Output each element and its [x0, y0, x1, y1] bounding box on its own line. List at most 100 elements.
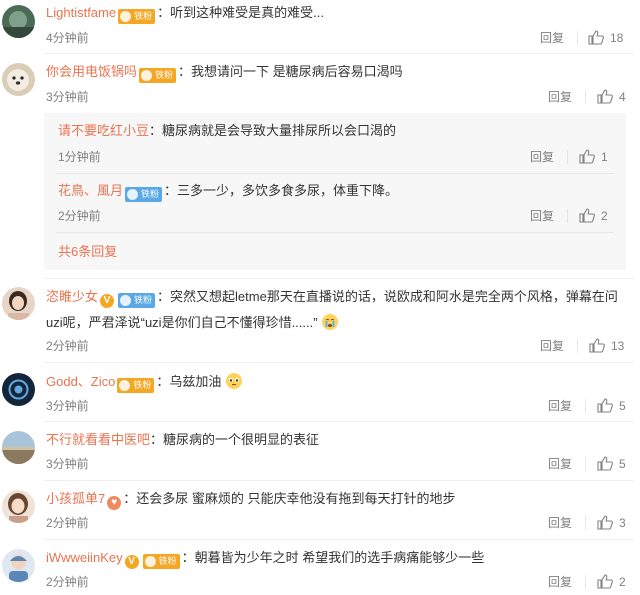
comment-item: iWwweiinKey V 铁粉 ：朝暮皆为少年之时 希望我们的选手病痛能够少一些 2…	[0, 543, 640, 595]
divider	[44, 362, 634, 363]
username-link[interactable]: 恣睢少女	[46, 289, 98, 304]
thumbs-up-icon	[597, 89, 613, 104]
avatar[interactable]	[2, 287, 35, 320]
like-count: 1	[601, 150, 608, 164]
thumbs-up-icon	[579, 208, 595, 223]
like-count: 18	[610, 31, 624, 45]
avatar[interactable]	[2, 549, 35, 582]
thumbs-up-icon	[597, 515, 613, 530]
divider	[44, 278, 634, 279]
username-link[interactable]: Godd、Zico	[46, 374, 115, 389]
comment-text: ：还会多尿 蜜麻烦的 只能庆幸他没有拖到每天打针的地步	[123, 491, 456, 506]
like-count: 5	[619, 399, 626, 413]
reply-button[interactable]: 回复	[548, 574, 572, 590]
username-link[interactable]: 请不要吃红小豆	[58, 123, 149, 138]
separator	[585, 516, 586, 530]
divider	[56, 232, 614, 233]
verified-icon: V	[124, 555, 139, 569]
reply-text: ：糖尿病就是会导致大量排尿所以会口渴的	[149, 123, 397, 138]
like-count: 3	[619, 516, 626, 530]
pleading-emoji-icon	[226, 373, 243, 389]
iron-fan-badge: 铁粉	[117, 378, 155, 393]
separator	[585, 399, 586, 413]
comment-text: ：乌兹加油	[156, 374, 222, 389]
like-button[interactable]: 2	[597, 574, 626, 590]
reply-button[interactable]: 回复	[548, 456, 572, 472]
like-button[interactable]: 2	[579, 208, 608, 224]
like-button[interactable]: 18	[588, 30, 623, 46]
comment-text: ：朝暮皆为少年之时 希望我们的选手病痛能够少一些	[181, 550, 485, 565]
like-count: 13	[611, 339, 625, 353]
fan-badge-icon: ♥	[107, 496, 122, 510]
username-link[interactable]: Lightistfame	[46, 5, 116, 20]
comment-text: ：我想请问一下 是糖尿病后容易口渴吗	[178, 64, 403, 79]
divider	[56, 173, 614, 174]
reply-time: 2分钟前	[58, 209, 101, 223]
like-button[interactable]: 1	[579, 149, 608, 165]
like-count: 2	[601, 209, 608, 223]
reply-button[interactable]: 回复	[530, 149, 554, 165]
comment-text: ：突然又想起letme那天在直播说的话，说欧成和阿水是完全两个风格，弹幕在问	[157, 289, 618, 304]
more-replies-link[interactable]: 共6条回复	[58, 243, 117, 261]
comment-time: 3分钟前	[46, 399, 89, 413]
crying-emoji-icon	[322, 314, 339, 330]
reply-button[interactable]: 回复	[540, 30, 564, 46]
iron-fan-badge: 铁粉	[125, 187, 163, 202]
comment-time: 2分钟前	[46, 339, 89, 353]
avatar[interactable]	[2, 490, 35, 523]
reply-button[interactable]: 回复	[548, 398, 572, 414]
avatar[interactable]	[2, 63, 35, 96]
thumbs-up-icon	[589, 338, 605, 353]
comment-text: ：听到这种难受是真的难受...	[157, 5, 324, 20]
divider	[44, 480, 634, 481]
thumbs-up-icon	[597, 398, 613, 413]
separator	[577, 339, 578, 353]
divider	[44, 539, 634, 540]
reply-text: ：三多一少，多饮多食多尿，体重下降。	[164, 183, 399, 198]
username-link[interactable]: iWwweiinKey	[46, 550, 123, 565]
reply-button[interactable]: 回复	[548, 89, 572, 105]
iron-fan-badge: 铁粉	[118, 9, 156, 24]
reply-time: 1分钟前	[58, 150, 101, 164]
username-link[interactable]: 花鳥、風月	[58, 183, 123, 198]
verified-icon: V	[100, 294, 115, 308]
avatar[interactable]	[2, 431, 35, 464]
thumbs-up-icon	[597, 574, 613, 589]
like-button[interactable]: 5	[597, 456, 626, 472]
comment-time: 2分钟前	[46, 516, 89, 530]
reply-button[interactable]: 回复	[540, 338, 564, 354]
separator	[567, 209, 568, 223]
reply-button[interactable]: 回复	[530, 208, 554, 224]
comment-item: 恣睢少女 V 铁粉 ：突然又想起letme那天在直播说的话，说欧成和阿水是完全两个风格…	[0, 282, 640, 360]
like-button[interactable]: 5	[597, 398, 626, 414]
iron-fan-badge: 铁粉	[142, 554, 180, 569]
reply-button[interactable]: 回复	[548, 515, 572, 531]
comment-item: 不行就看看中医吧：糖尿病的一个很明显的表征 3分钟前 回复 5	[0, 425, 640, 477]
like-button[interactable]: 13	[589, 338, 624, 354]
comment-text: ：糖尿病的一个很明显的表征	[150, 432, 320, 447]
separator	[577, 31, 578, 45]
username-link[interactable]: 不行就看看中医吧	[46, 432, 150, 447]
separator	[585, 457, 586, 471]
like-button[interactable]: 3	[597, 515, 626, 531]
iron-fan-badge: 铁粉	[118, 293, 156, 308]
separator	[585, 575, 586, 589]
divider	[44, 53, 634, 54]
iron-fan-badge: 铁粉	[139, 68, 177, 83]
username-link[interactable]: 小孩孤单7	[46, 491, 105, 506]
like-button[interactable]: 4	[597, 89, 626, 105]
comment-text-continued: uzi呢，严君泽说“uzi是你们自己不懂得珍惜......”	[46, 315, 318, 330]
comment-time: 2分钟前	[46, 575, 89, 589]
username-link[interactable]: 你会用电饭锅吗	[46, 64, 137, 79]
comment-item: Godd、Zico 铁粉 ：乌兹加油 3分钟前 回复 5	[0, 366, 640, 418]
thumbs-up-icon	[588, 30, 604, 45]
thumbs-up-icon	[597, 456, 613, 471]
avatar[interactable]	[2, 373, 35, 406]
comment-item: Lightistfame 铁粉 ：听到这种难受是真的难受... 4分钟前 回复 18	[0, 0, 640, 52]
avatar[interactable]	[2, 5, 35, 38]
like-count: 4	[619, 90, 626, 104]
thumbs-up-icon	[579, 149, 595, 164]
sub-replies-box: 请不要吃红小豆：糖尿病就是会导致大量排尿所以会口渴的 1分钟前 回复 1 花鳥、…	[44, 113, 626, 270]
like-count: 2	[619, 575, 626, 589]
divider	[44, 421, 634, 422]
